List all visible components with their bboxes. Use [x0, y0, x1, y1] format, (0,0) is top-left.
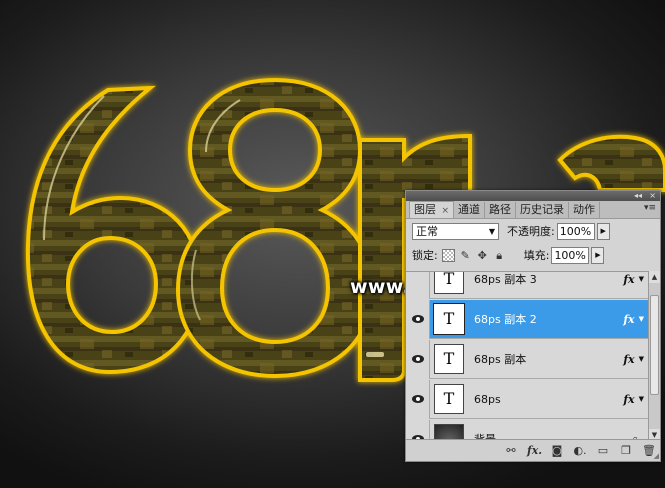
fill-slider-button[interactable]: ▶ — [591, 246, 605, 264]
layer-thumbnail: T — [433, 303, 465, 335]
adjustment-layer-icon[interactable]: ◐. — [573, 444, 587, 457]
opacity-slider-button[interactable]: ▶ — [596, 222, 610, 240]
panel-title-bar[interactable]: ◂◂ × — [406, 191, 660, 201]
tab-layers-label: 图层 — [414, 203, 436, 216]
blend-opacity-row: 正常 ▼ 不透明度: 100% ▶ — [406, 219, 660, 243]
blend-mode-select[interactable]: 正常 ▼ — [412, 222, 499, 240]
tab-history[interactable]: 历史记录 — [516, 202, 570, 218]
lock-position-icon[interactable]: ✥ — [476, 249, 489, 262]
tab-close-icon[interactable]: × — [442, 206, 450, 216]
opacity-label: 不透明度: — [507, 225, 555, 238]
eye-icon — [411, 355, 424, 363]
layer-name: 68ps 副本 — [474, 353, 527, 366]
new-group-icon[interactable]: ▭ — [596, 444, 610, 457]
tab-paths[interactable]: 路径 — [485, 202, 517, 218]
eye-icon — [411, 395, 424, 403]
lock-transparent-icon[interactable] — [441, 248, 455, 262]
fx-icon[interactable]: fx — [623, 313, 634, 326]
scroll-thumb[interactable] — [650, 295, 659, 395]
fx-icon[interactable]: fx — [623, 273, 634, 286]
opacity-input[interactable]: 100% — [556, 222, 595, 240]
layer-name: 68ps — [474, 392, 501, 406]
visibility-toggle[interactable] — [406, 299, 430, 339]
add-mask-icon[interactable]: ◙ — [550, 444, 564, 457]
lock-image-icon[interactable]: ✎ — [459, 249, 472, 262]
layer-row[interactable]: T 68ps 副本 3 fx ▼ — [406, 272, 648, 299]
expand-effects-icon[interactable]: ▼ — [639, 315, 644, 323]
layer-row[interactable]: T 68ps 副本 2 fx ▼ — [406, 299, 648, 339]
fill-label: 填充: — [523, 249, 550, 262]
tab-channels[interactable]: 通道 — [454, 202, 486, 218]
expand-effects-icon[interactable]: ▼ — [639, 355, 644, 363]
lock-all-icon[interactable]: 🔒︎ — [493, 249, 506, 262]
glyph-8 — [175, 77, 375, 379]
layer-row[interactable]: T 68ps 副本 fx ▼ — [406, 339, 648, 379]
close-panel-icon[interactable]: × — [649, 191, 656, 201]
layer-row[interactable]: 背景 🔒︎ — [406, 419, 648, 441]
layer-thumbnail: T — [434, 272, 464, 294]
new-layer-icon[interactable]: ❐ — [619, 444, 633, 457]
panel-menu-icon[interactable]: ▾≡ — [644, 203, 656, 213]
link-layers-icon[interactable]: ⚯ — [504, 444, 518, 457]
panel-tabs: 图层 × 通道 路径 历史记录 动作 ▾≡ — [406, 201, 660, 219]
visibility-toggle[interactable] — [406, 339, 430, 379]
tab-layers[interactable]: 图层 × — [409, 201, 455, 218]
visibility-toggle[interactable] — [406, 419, 430, 441]
fx-icon[interactable]: fx — [623, 353, 634, 366]
visibility-toggle[interactable] — [406, 379, 430, 419]
eye-icon — [411, 315, 424, 323]
layer-thumbnail: T — [434, 384, 464, 414]
glyph-s — [557, 134, 665, 192]
glyph-6 — [25, 85, 203, 375]
resize-grip-icon[interactable]: ◢ — [654, 452, 659, 460]
lock-fill-row: 锁定: ✎ ✥ 🔒︎ 填充: 100% ▶ — [406, 243, 660, 267]
dropdown-arrow-icon: ▼ — [488, 226, 495, 236]
scroll-up-icon[interactable]: ▲ — [649, 271, 660, 283]
add-style-icon[interactable]: fx. — [527, 444, 542, 457]
expand-effects-icon[interactable]: ▼ — [639, 395, 644, 403]
layers-panel[interactable]: ◂◂ × 图层 × 通道 路径 历史记录 动作 ▾≡ 正常 ▼ 不透明度: 10… — [405, 190, 661, 462]
layer-row[interactable]: T 68ps fx ▼ — [406, 379, 648, 419]
visibility-toggle[interactable] — [406, 272, 430, 299]
collapse-icon[interactable]: ◂◂ — [634, 191, 642, 201]
fx-icon[interactable]: fx — [623, 393, 634, 406]
panel-bottom-toolbar: ⚯ fx. ◙ ◐. ▭ ❐ 🗑︎ — [406, 439, 660, 461]
layers-scrollbar[interactable]: ▲ ▼ — [648, 271, 660, 441]
tab-actions[interactable]: 动作 — [569, 202, 601, 218]
expand-effects-icon[interactable]: ▼ — [639, 275, 644, 283]
layers-list: T 68ps 副本 3 fx ▼ T 68ps 副本 2 fx ▼ T 68ps… — [406, 271, 648, 441]
lock-label: 锁定: — [412, 249, 438, 262]
blend-mode-value: 正常 — [416, 224, 438, 238]
layer-name: 68ps 副本 3 — [474, 273, 537, 286]
fill-input[interactable]: 100% — [551, 246, 590, 264]
layer-thumbnail: T — [434, 344, 464, 374]
layer-name: 68ps 副本 2 — [474, 313, 537, 326]
